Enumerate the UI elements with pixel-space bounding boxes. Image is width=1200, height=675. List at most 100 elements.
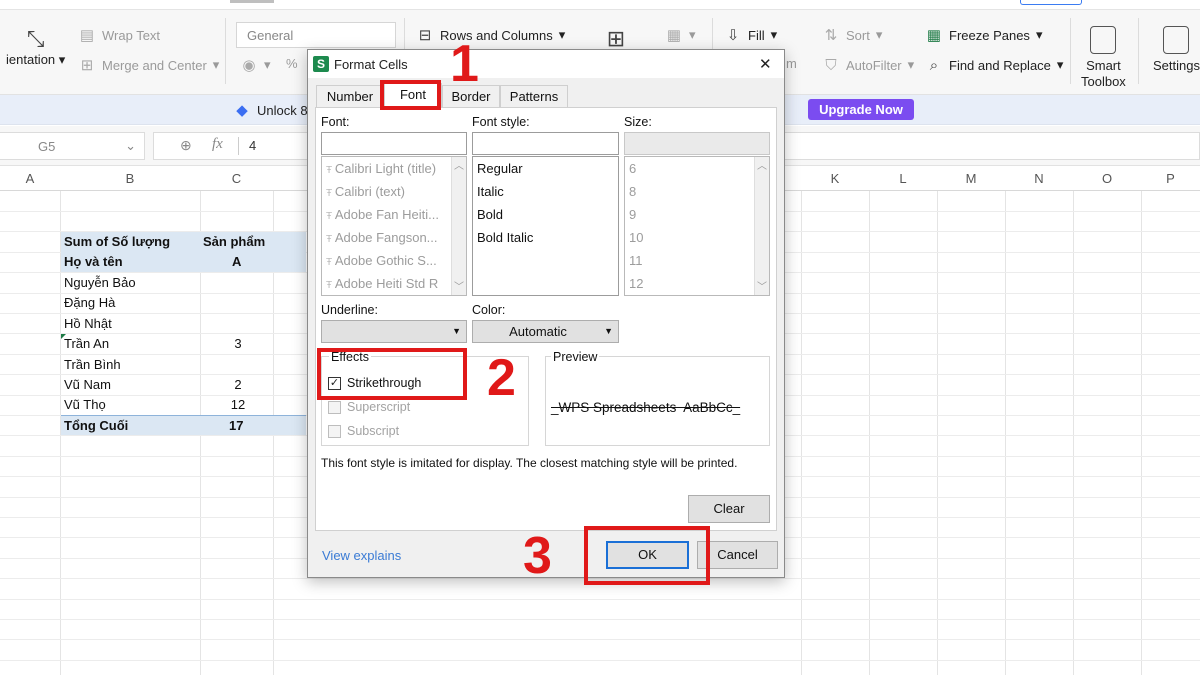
size-list[interactable]: 6 8 9 10 11 12 ︿ ﹀ xyxy=(624,156,770,296)
underline-dropdown[interactable]: ▼ xyxy=(321,320,467,343)
pivot-row[interactable]: Vũ Thọ 12 xyxy=(61,395,273,415)
smart-toolbox-button[interactable]: Smart Toolbox xyxy=(1081,26,1126,90)
name-box[interactable]: G5 ⌄ xyxy=(0,132,145,160)
view-explains-link[interactable]: View explains xyxy=(322,548,401,563)
fill-button[interactable]: ⇩ Fill ▾ xyxy=(724,26,777,44)
scroll-down-icon[interactable]: ﹀ xyxy=(757,278,767,293)
font-scrollbar[interactable]: ︿ ﹀ xyxy=(451,157,466,295)
font-input[interactable] xyxy=(321,132,467,155)
underline-label: Underline: xyxy=(321,303,378,317)
column-header-a[interactable]: A xyxy=(0,167,60,191)
table-icon-button[interactable]: ⊞ xyxy=(607,26,625,51)
style-list-item[interactable]: Italic xyxy=(473,180,618,203)
pivot-total-row[interactable]: Tổng Cuối 17 xyxy=(61,415,306,435)
font-label: Font: xyxy=(321,115,350,129)
font-list-item[interactable]: Ŧ Calibri Light (title) xyxy=(322,157,451,180)
freeze-label: Freeze Panes xyxy=(949,27,1030,43)
sort-button[interactable]: ⇅ Sort ▾ xyxy=(822,26,883,44)
font-list-item[interactable]: Ŧ Adobe Fangson... xyxy=(322,226,451,249)
step-3-marker: 3 xyxy=(523,527,552,585)
font-list-item[interactable]: Ŧ Adobe Heiti Std R xyxy=(322,272,451,295)
column-header-k[interactable]: K xyxy=(801,167,869,191)
style-list-item[interactable]: Bold xyxy=(473,203,618,226)
number-format-combo[interactable]: General xyxy=(236,22,396,48)
pivot-header-row-2[interactable]: Họ và tên A xyxy=(61,252,306,272)
divider xyxy=(225,18,226,84)
list-item-label: Calibri (text) xyxy=(334,184,405,199)
font-list[interactable]: Ŧ Calibri Light (title) Ŧ Calibri (text) Ŧ… xyxy=(321,156,467,296)
column-header-c[interactable]: C xyxy=(200,167,273,191)
font-style-input[interactable] xyxy=(472,132,619,155)
orientation-label: ientation xyxy=(6,52,56,67)
size-list-item[interactable]: 10 xyxy=(625,226,754,249)
percent-label: % xyxy=(286,56,298,71)
superscript-label: Superscript xyxy=(347,400,411,414)
tab-number[interactable]: Number xyxy=(316,85,384,107)
size-list-item[interactable]: 6 xyxy=(625,157,754,180)
orientation-button[interactable]: ⤡ ientation ▾ xyxy=(6,26,65,68)
column-header-m[interactable]: M xyxy=(937,167,1005,191)
column-gridline xyxy=(1005,191,1006,675)
list-item-label: 12 xyxy=(629,276,644,291)
pivot-row[interactable]: Trần An 3 xyxy=(61,334,273,354)
scroll-up-icon[interactable]: ︿ xyxy=(757,157,767,172)
column-header-o[interactable]: O xyxy=(1073,167,1141,191)
pivot-row-name: Đặng Hà xyxy=(64,295,116,311)
superscript-checkbox[interactable] xyxy=(328,400,341,414)
font-style-list[interactable]: Regular Italic Bold Bold Italic xyxy=(472,156,619,296)
fill-icon: ⇩ xyxy=(726,27,740,44)
column-header-n[interactable]: N xyxy=(1005,167,1073,191)
divider xyxy=(1138,18,1139,84)
zoom-icon[interactable]: ⊕ xyxy=(180,137,192,154)
scroll-down-icon[interactable]: ﹀ xyxy=(454,278,464,293)
currency-button[interactable]: ◉ ▾ xyxy=(240,56,270,74)
settings-button[interactable]: Settings xyxy=(1153,26,1200,74)
size-input[interactable] xyxy=(624,132,770,155)
font-list-item[interactable]: Ŧ Adobe Gothic S... xyxy=(322,249,451,272)
color-dropdown[interactable]: Automatic ▼ xyxy=(472,320,619,343)
size-scrollbar[interactable]: ︿ ﹀ xyxy=(754,157,769,295)
merge-center-button[interactable]: ⊞ Merge and Center ▾ xyxy=(78,56,220,74)
format-button[interactable]: ▦ ▾ xyxy=(665,26,696,44)
close-icon[interactable]: ✕ xyxy=(759,55,772,73)
superscript-option[interactable]: Superscript xyxy=(328,400,410,414)
upgrade-now-button[interactable]: Upgrade Now xyxy=(808,99,914,120)
preview-label: Preview xyxy=(551,350,600,364)
size-list-item[interactable]: 9 xyxy=(625,203,754,226)
pivot-row[interactable]: Vũ Nam 2 xyxy=(61,375,273,395)
autofilter-button[interactable]: ⛉ AutoFilter ▾ xyxy=(822,56,914,74)
subscript-option[interactable]: Subscript xyxy=(328,424,399,438)
rows-columns-button[interactable]: ⊟ Rows and Columns ▾ xyxy=(416,26,566,44)
font-list-item[interactable]: Ŧ Adobe Fan Heiti... xyxy=(322,203,451,226)
size-list-item[interactable]: 8 xyxy=(625,180,754,203)
pivot-row[interactable]: Nguyễn Bảo xyxy=(61,273,273,293)
column-header-p[interactable]: P xyxy=(1141,167,1200,191)
list-item-label: Calibri Light (title) xyxy=(334,161,437,176)
pivot-row[interactable]: Đặng Hà xyxy=(61,293,273,313)
subscript-checkbox[interactable] xyxy=(328,424,341,438)
truetype-icon: Ŧ xyxy=(326,188,335,199)
column-header-b[interactable]: B xyxy=(60,167,200,191)
column-gridline xyxy=(937,191,938,675)
fx-icon[interactable]: fx xyxy=(212,136,223,153)
font-list-item[interactable]: Ŧ Calibri (text) xyxy=(322,180,451,203)
percent-button[interactable]: % xyxy=(286,56,298,71)
scroll-up-icon[interactable]: ︿ xyxy=(454,157,464,172)
column-header-l[interactable]: L xyxy=(869,167,937,191)
tab-patterns[interactable]: Patterns xyxy=(500,85,568,107)
wrap-text-button[interactable]: ▤ Wrap Text xyxy=(78,26,160,44)
pivot-header-row-1[interactable]: Sum of Số lượng Sản phẩm xyxy=(61,232,306,252)
clear-button[interactable]: Clear xyxy=(688,495,770,523)
size-list-item[interactable]: 12 xyxy=(625,272,754,295)
pivot-row[interactable]: Trần Bình xyxy=(61,355,273,375)
merge-label: Merge and Center xyxy=(102,57,207,73)
share-button[interactable] xyxy=(1020,0,1082,5)
size-list-item[interactable]: 11 xyxy=(625,249,754,272)
highlight-strikethrough xyxy=(317,348,467,400)
style-list-item[interactable]: Bold Italic xyxy=(473,226,618,249)
style-list-item[interactable]: Regular xyxy=(473,157,618,180)
pivot-row[interactable]: Hồ Nhật xyxy=(61,314,273,334)
freeze-panes-button[interactable]: ▦ Freeze Panes ▾ xyxy=(925,26,1043,44)
filter-icon: ⛉ xyxy=(825,56,837,74)
find-replace-button[interactable]: ⌕ Find and Replace ▾ xyxy=(925,56,1064,74)
